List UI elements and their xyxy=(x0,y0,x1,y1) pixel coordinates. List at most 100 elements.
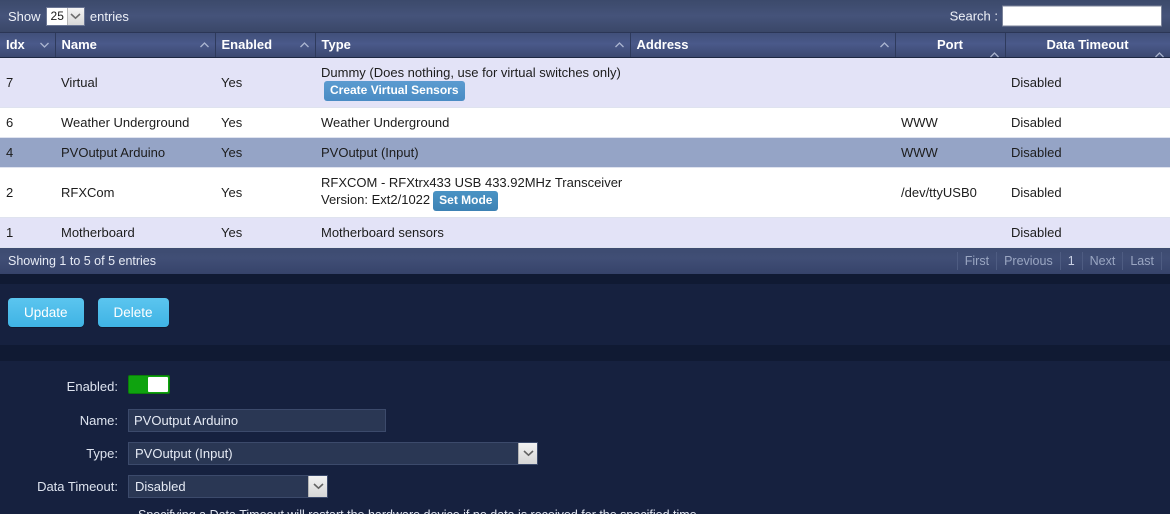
data-timeout-help: Specifying a Data Timeout will restart t… xyxy=(138,508,1170,514)
column-header-port[interactable]: Port xyxy=(895,33,1006,58)
cell-type: PVOutput (Input) xyxy=(315,137,630,168)
column-header-name[interactable]: Name xyxy=(55,33,216,58)
cell-name: RFXCom xyxy=(55,167,215,218)
table-row[interactable]: 2 RFXCom Yes RFXCOM - RFXtrx433 USB 433.… xyxy=(0,167,1170,218)
table-footer: Showing 1 to 5 of 5 entries First Previo… xyxy=(0,247,1170,274)
table-row[interactable]: 4 PVOutput Arduino Yes PVOutput (Input) … xyxy=(0,137,1170,168)
table-controls-bar: Show 25 entries Search : xyxy=(0,0,1170,33)
update-button[interactable]: Update xyxy=(8,297,84,327)
cell-idx: 7 xyxy=(0,57,55,108)
type-text: Dummy (Does nothing, use for virtual swi… xyxy=(321,64,621,80)
type-label: Type: xyxy=(86,445,118,461)
table-row[interactable]: 7 Virtual Yes Dummy (Does nothing, use f… xyxy=(0,57,1170,108)
cell-address xyxy=(630,107,895,138)
column-header-enabled[interactable]: Enabled xyxy=(215,33,316,58)
cell-type: Motherboard sensors xyxy=(315,217,630,248)
form-row-data-timeout: Data Timeout: Disabled xyxy=(0,474,1170,498)
cell-name: Weather Underground xyxy=(55,107,215,138)
sort-desc-icon xyxy=(39,42,49,48)
type-version-text: Version: Ext2/1022 xyxy=(321,191,431,207)
section-divider xyxy=(0,344,1170,361)
hardware-table: Idx Name Enabled Type Address Port Data … xyxy=(0,33,1170,248)
cell-port xyxy=(895,57,1005,108)
cell-enabled: Yes xyxy=(215,107,315,138)
set-mode-button[interactable]: Set Mode xyxy=(433,190,499,211)
data-timeout-label: Data Timeout: xyxy=(37,478,118,494)
cell-address xyxy=(630,57,895,108)
sort-asc-icon xyxy=(1154,52,1164,58)
cell-port xyxy=(895,217,1005,248)
table-header-row: Idx Name Enabled Type Address Port Data … xyxy=(0,33,1170,58)
column-label-idx: Idx xyxy=(6,37,25,53)
column-header-idx[interactable]: Idx xyxy=(0,33,56,58)
sort-asc-icon xyxy=(614,41,624,48)
create-virtual-sensors-button[interactable]: Create Virtual Sensors xyxy=(324,80,465,101)
search-input[interactable] xyxy=(1002,5,1162,27)
name-input[interactable] xyxy=(128,408,386,432)
cell-address xyxy=(630,137,895,168)
data-timeout-hint: Specifying a Data Timeout will restart t… xyxy=(138,508,1170,514)
cell-port: WWW xyxy=(895,137,1005,168)
column-header-type[interactable]: Type xyxy=(315,33,631,58)
pagination-first[interactable]: First xyxy=(956,251,998,270)
column-label-type: Type xyxy=(321,37,351,53)
table-row[interactable]: 1 Motherboard Yes Motherboard sensors Di… xyxy=(0,217,1170,248)
cell-name: Virtual xyxy=(55,57,215,108)
cell-type: Weather Underground xyxy=(315,107,630,138)
column-header-data-timeout[interactable]: Data Timeout xyxy=(1005,33,1170,58)
pagination: First Previous 1 Next Last xyxy=(956,248,1162,274)
form-row-enabled: Enabled: xyxy=(0,374,1170,399)
toggle-knob xyxy=(148,376,168,392)
sort-asc-icon xyxy=(199,41,209,48)
page-length-control: Show 25 entries xyxy=(8,6,129,26)
column-header-address[interactable]: Address xyxy=(630,33,896,58)
search-control: Search : xyxy=(949,5,1162,27)
data-timeout-select[interactable]: Disabled xyxy=(128,474,328,498)
cell-data-timeout: Disabled xyxy=(1005,107,1170,138)
cell-enabled: Yes xyxy=(215,137,315,168)
cell-port: /dev/ttyUSB0 xyxy=(895,167,1005,218)
type-text: RFXCOM - RFXtrx433 USB 433.92MHz Transce… xyxy=(321,174,623,190)
cell-idx: 6 xyxy=(0,107,55,138)
chevron-down-icon xyxy=(66,7,84,25)
page-length-value: 25 xyxy=(50,9,64,23)
table-row[interactable]: 6 Weather Underground Yes Weather Underg… xyxy=(0,107,1170,138)
page-length-select[interactable]: 25 xyxy=(45,6,85,26)
delete-button[interactable]: Delete xyxy=(97,297,169,327)
table-body: 7 Virtual Yes Dummy (Does nothing, use f… xyxy=(0,57,1170,248)
name-label: Name: xyxy=(79,412,118,428)
cell-idx: 4 xyxy=(0,137,55,168)
cell-type: Dummy (Does nothing, use for virtual swi… xyxy=(315,57,630,108)
hardware-edit-form: Enabled: Name: Type: PVOutput (Input) xyxy=(0,360,1170,514)
chevron-down-icon xyxy=(308,475,327,497)
cell-idx: 2 xyxy=(0,167,55,218)
enabled-toggle[interactable] xyxy=(128,374,170,394)
pagination-previous[interactable]: Previous xyxy=(997,251,1061,270)
column-label-address: Address xyxy=(636,37,689,53)
sort-asc-icon xyxy=(299,41,309,48)
chevron-down-icon xyxy=(518,442,537,464)
table-info: Showing 1 to 5 of 5 entries xyxy=(8,253,157,268)
divider xyxy=(0,273,1170,284)
column-label-name: Name xyxy=(61,37,97,53)
form-row-type: Type: PVOutput (Input) xyxy=(0,441,1170,465)
search-label: Search : xyxy=(949,8,998,24)
cell-port: WWW xyxy=(895,107,1005,138)
cell-enabled: Yes xyxy=(215,217,315,248)
pagination-next[interactable]: Next xyxy=(1083,251,1124,270)
cell-data-timeout: Disabled xyxy=(1005,167,1170,218)
entries-label: entries xyxy=(89,8,129,24)
column-label-port: Port xyxy=(937,37,963,53)
cell-data-timeout: Disabled xyxy=(1005,57,1170,108)
column-label-data-timeout: Data Timeout xyxy=(1046,37,1129,53)
action-buttons: Update Delete xyxy=(0,283,1170,327)
cell-name: Motherboard xyxy=(55,217,215,248)
type-select[interactable]: PVOutput (Input) xyxy=(128,441,538,465)
cell-data-timeout: Disabled xyxy=(1005,217,1170,248)
cell-enabled: Yes xyxy=(215,57,315,108)
sort-asc-icon xyxy=(879,41,889,48)
pagination-page-1[interactable]: 1 xyxy=(1061,251,1083,270)
column-label-enabled: Enabled xyxy=(221,37,273,53)
pagination-last[interactable]: Last xyxy=(1123,251,1162,270)
cell-data-timeout: Disabled xyxy=(1005,137,1170,168)
